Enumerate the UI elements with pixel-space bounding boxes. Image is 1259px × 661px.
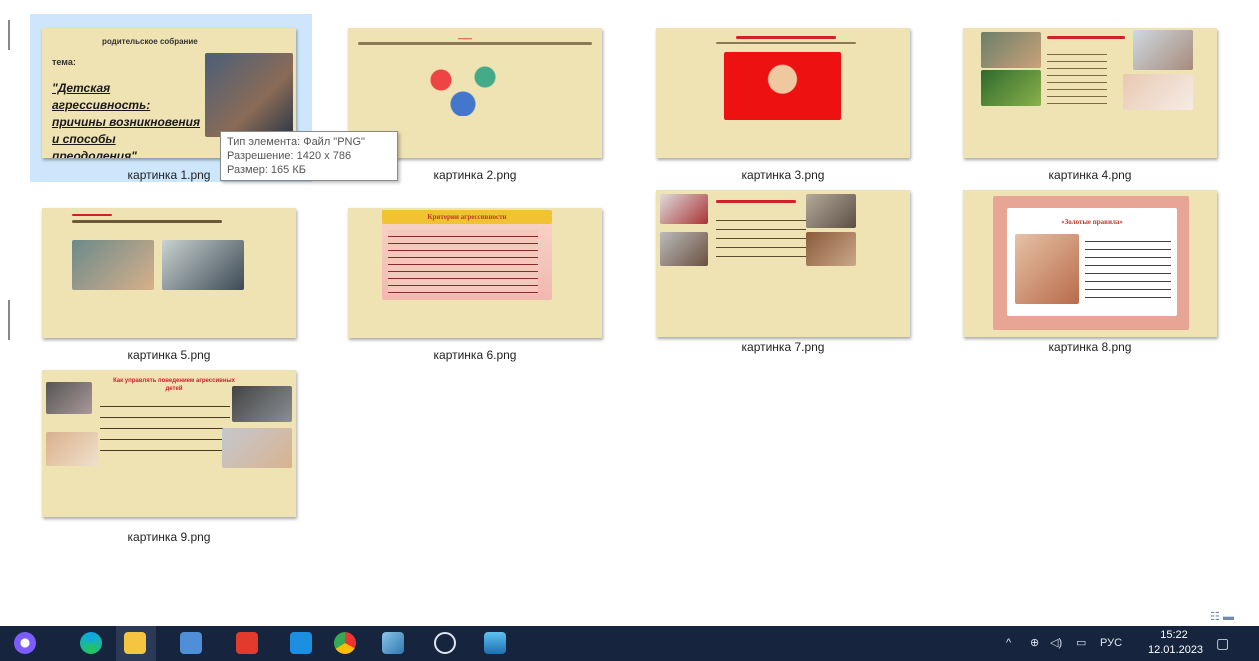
slide-text-lines <box>358 42 592 45</box>
file-name: картинка 5.png <box>127 348 211 362</box>
edge-browser-icon[interactable] <box>80 632 102 654</box>
photo-child <box>981 70 1041 106</box>
chrome-icon[interactable] <box>334 632 356 654</box>
scroll-edge-marker <box>8 300 10 340</box>
file-tooltip: Тип элемента: Файл "PNG" Разрешение: 142… <box>220 131 398 181</box>
file-name: картинка 3.png <box>741 168 825 182</box>
file-tile[interactable]: картинка 5.png <box>42 208 296 368</box>
photo-child <box>1123 74 1193 110</box>
file-name: картинка 4.png <box>1048 168 1132 182</box>
slide-title: Как управлять поведением агрессивных дет… <box>113 378 235 392</box>
thumbnail <box>656 28 910 158</box>
photo-child <box>46 382 92 414</box>
file-tile[interactable]: картинка 4.png <box>963 28 1217 188</box>
volume-icon[interactable]: ◁) <box>1050 626 1062 661</box>
slide-theme-label: тема: <box>52 57 76 67</box>
slide-heading-line <box>716 200 796 203</box>
slide-text-lines <box>716 212 806 262</box>
view-mode-toggle[interactable]: ☷ ▬ <box>1210 610 1234 623</box>
store-icon[interactable] <box>180 632 202 654</box>
file-tile[interactable]: картинка 3.png <box>656 28 910 188</box>
language-indicator[interactable]: РУС <box>1100 626 1122 661</box>
clock-date: 12.01.2023 <box>1148 644 1204 656</box>
paint-icon[interactable] <box>382 632 404 654</box>
slide-text-lines <box>100 396 230 456</box>
mother-child-photo <box>1015 234 1079 304</box>
photos-icon[interactable] <box>484 632 506 654</box>
photo-children <box>72 240 154 290</box>
media-player-icon[interactable] <box>434 632 456 654</box>
slide-heading-line <box>72 214 112 216</box>
thumbnail <box>963 28 1217 158</box>
file-name: картинка 6.png <box>433 348 517 362</box>
screaming-child-photo <box>660 232 708 266</box>
photo-children <box>222 428 292 468</box>
slide-heading-line <box>1047 36 1125 39</box>
file-tile[interactable]: «Золотые правила» картинка 8.png <box>963 190 1217 354</box>
details-view-icon[interactable]: ☷ <box>1210 611 1220 623</box>
slide-text-lines <box>716 42 856 44</box>
file-tile[interactable]: картинка 7.png <box>656 190 910 354</box>
thumbnail <box>656 190 910 337</box>
photo-child <box>806 194 856 228</box>
photo-children <box>806 232 856 266</box>
keyboard-icon[interactable]: ▭ <box>1076 626 1086 661</box>
thumbnail: «Золотые правила» <box>963 190 1217 337</box>
cartoon-children-illustration <box>408 56 518 116</box>
photo-child <box>232 386 292 422</box>
slide-title: «Золотые правила» <box>1061 218 1123 226</box>
tooltip-type: Тип элемента: Файл "PNG" <box>227 136 365 148</box>
slide-text-lines <box>388 230 538 294</box>
photo-children <box>46 432 98 466</box>
clock[interactable]: 15:22 12.01.2023 <box>1148 628 1204 658</box>
show-hidden-icons[interactable]: ^ <box>1006 626 1011 661</box>
photo-child <box>162 240 244 290</box>
slide-heading-line <box>736 36 836 39</box>
photo-child <box>981 32 1041 68</box>
file-explorer-icon[interactable] <box>124 632 146 654</box>
slide-title: Критерии агрессивности <box>427 213 507 221</box>
file-name: картинка 7.png <box>741 340 825 354</box>
slide-title: "Детская агрессивность: причины возникно… <box>52 81 201 158</box>
tooltip-resolution: Разрешение: 1420 x 786 <box>227 150 352 162</box>
thumbnail: Как управлять поведением агрессивных дет… <box>42 370 296 517</box>
file-name: картинка 9.png <box>127 530 211 544</box>
cortana-icon[interactable] <box>14 632 36 654</box>
slide-text-lines <box>1047 48 1107 108</box>
slide-text-lines <box>1085 234 1171 304</box>
clock-time: 15:22 <box>1160 629 1188 641</box>
large-icons-view-icon[interactable]: ▬ <box>1223 611 1234 623</box>
slide-header: родительское собрание <box>102 37 198 46</box>
photo-child <box>660 194 708 224</box>
taskbar: ^ ⊕ ◁) ▭ РУС 15:22 12.01.2023 ▢ <box>0 626 1259 661</box>
file-name: картинка 8.png <box>1048 340 1132 354</box>
network-icon[interactable]: ⊕ <box>1030 626 1039 661</box>
photo-child <box>1133 30 1193 70</box>
angry-child-photo <box>205 53 293 137</box>
screaming-child-photo <box>724 52 841 120</box>
file-tile[interactable]: Как управлять поведением агрессивных дет… <box>42 370 296 544</box>
thumbnail: Критерии агрессивности <box>348 208 602 338</box>
scroll-edge-marker <box>8 20 10 50</box>
slide-text-lines <box>72 220 222 223</box>
file-tile[interactable]: Критерии агрессивности картинка 6.png <box>348 208 602 368</box>
mail-icon[interactable] <box>290 632 312 654</box>
notifications-icon[interactable]: ▢ <box>1216 626 1229 661</box>
thumbnail <box>42 208 296 338</box>
office-icon[interactable] <box>236 632 258 654</box>
tooltip-size: Размер: 165 КБ <box>227 164 306 176</box>
